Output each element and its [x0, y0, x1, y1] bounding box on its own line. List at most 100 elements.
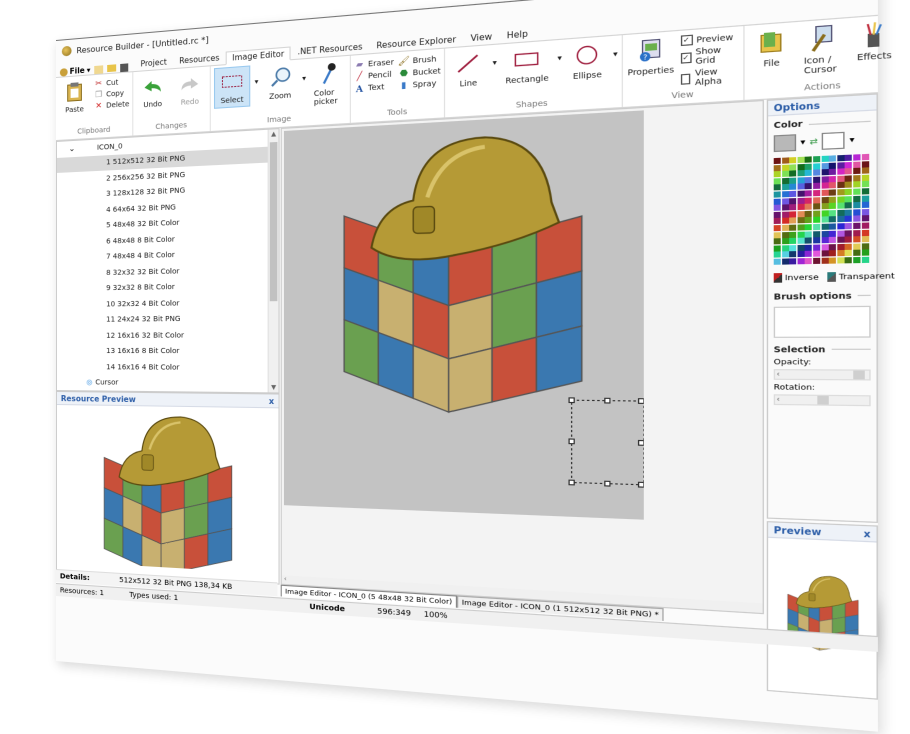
- palette-swatch[interactable]: [773, 171, 781, 178]
- palette-swatch[interactable]: [813, 237, 821, 244]
- palette-swatch[interactable]: [837, 168, 845, 175]
- show-grid-checkbox[interactable]: ✓ Show Grid: [680, 44, 740, 67]
- palette-swatch[interactable]: [805, 190, 813, 197]
- palette-swatch[interactable]: [813, 189, 821, 197]
- palette-swatch[interactable]: [861, 242, 869, 250]
- delete-button[interactable]: ✕ Delete: [94, 99, 129, 111]
- palette-swatch[interactable]: [773, 184, 781, 191]
- preview-close-button[interactable]: x: [864, 528, 871, 539]
- palette-swatch[interactable]: [845, 216, 853, 223]
- palette-swatch[interactable]: [789, 211, 797, 218]
- icon-cursor-button[interactable]: Icon / Cursor: [800, 21, 846, 79]
- palette-swatch[interactable]: [853, 208, 861, 216]
- transparent-option[interactable]: Transparent: [827, 271, 895, 282]
- palette-swatch[interactable]: [837, 154, 845, 162]
- color-palette[interactable]: [773, 153, 871, 265]
- palette-swatch[interactable]: [773, 245, 781, 252]
- palette-swatch[interactable]: [853, 174, 861, 182]
- brush-options-list[interactable]: [773, 305, 871, 338]
- effects-button[interactable]: Effects: [851, 17, 898, 66]
- palette-swatch[interactable]: [797, 258, 805, 265]
- palette-swatch[interactable]: [813, 244, 821, 251]
- palette-swatch[interactable]: [781, 197, 789, 205]
- undo-button[interactable]: Undo: [136, 72, 169, 112]
- palette-swatch[interactable]: [821, 189, 829, 196]
- palette-swatch[interactable]: [773, 224, 781, 232]
- palette-swatch[interactable]: [805, 217, 813, 224]
- palette-swatch[interactable]: [821, 223, 829, 230]
- palette-swatch[interactable]: [861, 194, 869, 202]
- chevron-down-icon[interactable]: ⌄: [69, 144, 76, 153]
- palette-swatch[interactable]: [773, 218, 781, 225]
- palette-swatch[interactable]: [773, 191, 781, 198]
- palette-swatch[interactable]: [781, 211, 789, 218]
- palette-swatch[interactable]: [821, 182, 829, 190]
- palette-swatch[interactable]: [837, 209, 845, 216]
- text-button[interactable]: A Text: [354, 81, 394, 94]
- palette-swatch[interactable]: [837, 195, 845, 203]
- palette-swatch[interactable]: [773, 198, 781, 205]
- palette-swatch[interactable]: [853, 256, 861, 264]
- palette-swatch[interactable]: [789, 197, 797, 204]
- selection-handle[interactable]: [569, 439, 574, 444]
- palette-swatch[interactable]: [805, 237, 813, 244]
- palette-swatch[interactable]: [845, 209, 853, 216]
- palette-swatch[interactable]: [853, 161, 861, 168]
- primary-color-dropdown-icon[interactable]: ▾: [800, 137, 805, 147]
- palette-swatch[interactable]: [837, 175, 845, 182]
- palette-swatch[interactable]: [797, 170, 805, 177]
- cut-button[interactable]: ✂ Cut: [94, 77, 129, 89]
- open-folder-icon[interactable]: [107, 64, 117, 73]
- palette-swatch[interactable]: [853, 188, 861, 195]
- resource-preview-close-button[interactable]: x: [269, 396, 274, 406]
- tree-item[interactable]: 13 16x16 8 Bit Color: [57, 343, 279, 359]
- palette-swatch[interactable]: [821, 155, 829, 163]
- palette-swatch[interactable]: [853, 202, 861, 209]
- palette-swatch[interactable]: [781, 191, 789, 198]
- ellipse-dropdown-icon[interactable]: ▾: [613, 38, 618, 59]
- palette-swatch[interactable]: [861, 167, 869, 174]
- eraser-button[interactable]: ▰ Eraser: [354, 57, 394, 70]
- palette-swatch[interactable]: [789, 258, 797, 265]
- palette-swatch[interactable]: [845, 243, 853, 250]
- selection-handle[interactable]: [569, 398, 574, 403]
- palette-swatch[interactable]: [861, 181, 869, 188]
- palette-swatch[interactable]: [781, 177, 789, 184]
- palette-swatch[interactable]: [789, 231, 797, 238]
- palette-swatch[interactable]: [845, 188, 853, 196]
- palette-swatch[interactable]: [789, 163, 797, 171]
- secondary-color-swatch[interactable]: [822, 131, 846, 150]
- palette-swatch[interactable]: [789, 170, 797, 177]
- palette-swatch[interactable]: [853, 181, 861, 188]
- palette-swatch[interactable]: [829, 155, 837, 162]
- palette-swatch[interactable]: [781, 238, 789, 245]
- ellipse-button[interactable]: Ellipse: [567, 39, 608, 84]
- palette-swatch[interactable]: [829, 243, 837, 250]
- properties-button[interactable]: ? Properties: [627, 34, 675, 80]
- palette-swatch[interactable]: [853, 195, 861, 202]
- palette-swatch[interactable]: [861, 153, 869, 161]
- palette-swatch[interactable]: [789, 204, 797, 211]
- selection-marquee[interactable]: [569, 398, 644, 487]
- palette-swatch[interactable]: [861, 215, 869, 222]
- palette-swatch[interactable]: [797, 251, 805, 258]
- palette-swatch[interactable]: [813, 217, 821, 224]
- palette-swatch[interactable]: [861, 160, 869, 168]
- rotation-slider[interactable]: ‹: [773, 394, 871, 407]
- palette-swatch[interactable]: [853, 222, 861, 229]
- palette-swatch[interactable]: [829, 196, 837, 203]
- palette-swatch[interactable]: [821, 257, 829, 264]
- palette-swatch[interactable]: [773, 157, 781, 165]
- tab-view[interactable]: View: [463, 29, 499, 46]
- rectangle-button[interactable]: Rectangle: [502, 43, 553, 88]
- tree-item[interactable]: 14 16x16 4 Bit Color: [57, 359, 279, 376]
- rectangle-dropdown-icon[interactable]: ▾: [557, 42, 561, 62]
- inverse-option[interactable]: Inverse: [773, 272, 819, 283]
- palette-swatch[interactable]: [813, 183, 821, 190]
- opacity-slider[interactable]: ‹: [773, 368, 871, 381]
- palette-swatch[interactable]: [861, 222, 869, 229]
- rotation-slider-thumb[interactable]: [817, 395, 829, 405]
- palette-swatch[interactable]: [797, 204, 805, 211]
- palette-swatch[interactable]: [837, 202, 845, 209]
- palette-swatch[interactable]: [853, 229, 861, 236]
